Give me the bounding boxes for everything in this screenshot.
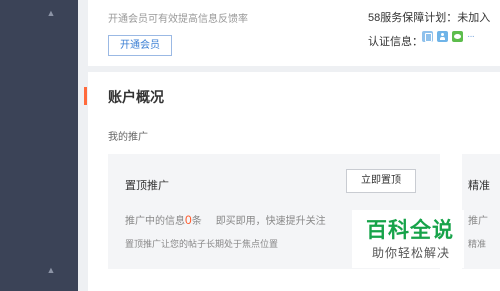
precise-promotion-description: 精准 (468, 239, 487, 249)
guarantee-plan-status: 58服务保障计划：未加入 (368, 12, 491, 24)
precise-promotion-line: 推广 (468, 216, 488, 227)
info-prefix: 推广中的信息 (125, 216, 185, 227)
open-vip-button[interactable]: 开通会员 (108, 35, 172, 56)
watermark-slogan: 助你轻松解决 (372, 246, 451, 260)
top-promotion-title: 置顶推广 (125, 180, 169, 192)
verify-icons: ··· (422, 31, 481, 42)
page-title: 账户概况 (108, 89, 164, 105)
chevron-up-icon[interactable]: ▲ (46, 265, 56, 275)
precise-promotion-card: 精准 推广 精准 (462, 154, 500, 269)
wechat-icon[interactable] (452, 31, 463, 42)
verify-label: 认证信息： (368, 36, 423, 48)
account-summary-card: 开通会员可有效提高信息反馈率 开通会员 58服务保障计划：未加入 认证信息： ·… (88, 0, 500, 66)
precise-promotion-title: 精准 (468, 180, 490, 192)
my-promotion-label: 我的推广 (108, 132, 148, 143)
more-icon[interactable]: ··· (467, 31, 481, 42)
promo-info-line: 推广中的信息0条 即买即用，快速提升关注 (125, 212, 326, 227)
info-count: 0 (185, 213, 192, 227)
top-now-button[interactable]: 立即置顶 (346, 169, 416, 193)
watermark-title: 百科全说 (366, 219, 454, 242)
section-accent-bar (84, 87, 87, 105)
instant-text: 即买即用，快速提升关注 (215, 216, 326, 227)
info-suffix: 条 (191, 216, 202, 227)
top-promotion-description: 置顶推广让您的帖子长期处于焦点位置 (125, 239, 279, 249)
watermark-logo: 百科全说 助你轻松解决 (352, 210, 464, 268)
person-icon[interactable] (437, 31, 448, 42)
phone-icon[interactable] (422, 31, 433, 42)
chevron-up-icon[interactable]: ▲ (46, 8, 56, 18)
sidebar: ▲ ▲ (0, 0, 78, 291)
vip-hint-text: 开通会员可有效提高信息反馈率 (108, 14, 248, 25)
